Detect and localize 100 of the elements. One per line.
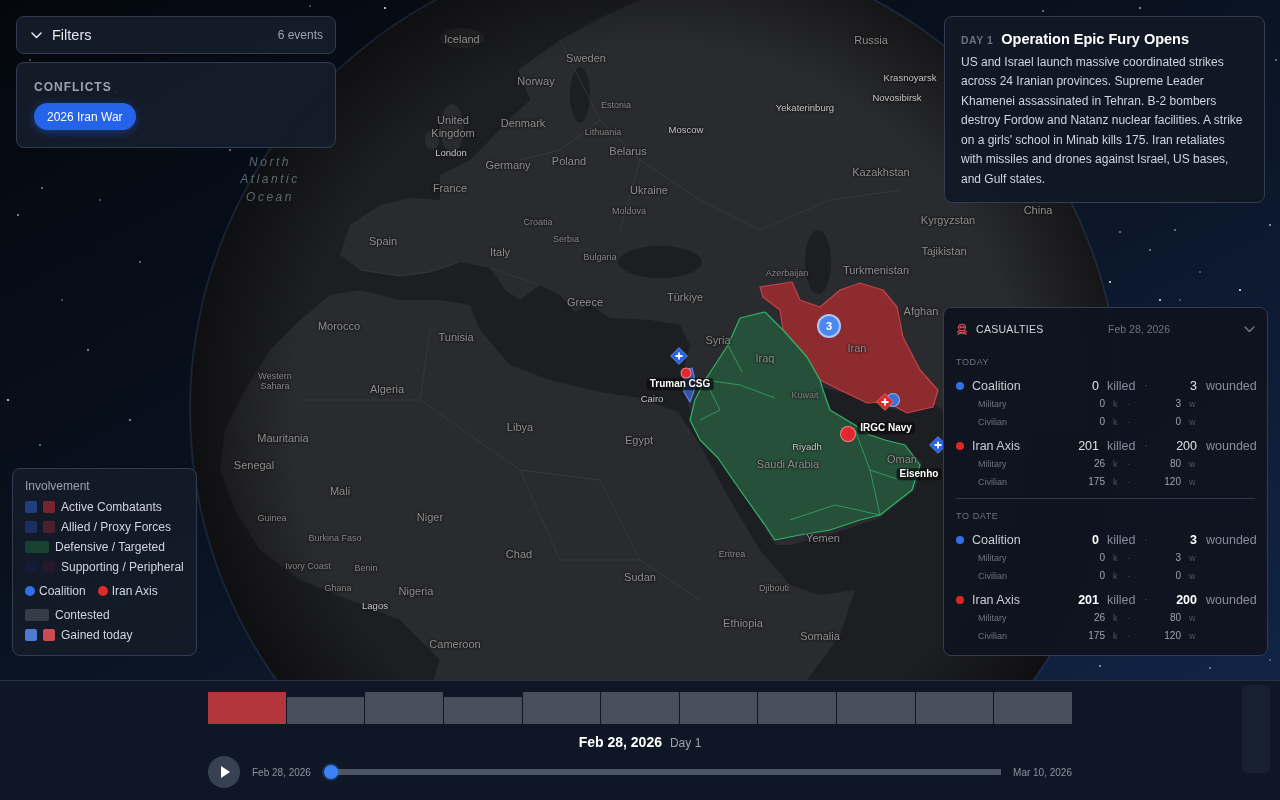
killed-count: 0 xyxy=(1091,378,1099,395)
killed-count: 201 xyxy=(1077,592,1099,609)
separator: · xyxy=(1126,458,1132,471)
day-bar[interactable] xyxy=(522,692,601,724)
ocean-label: North Atlantic Ocean xyxy=(240,153,300,206)
category-name: Civilian xyxy=(978,570,1008,583)
killed-label: k xyxy=(1112,612,1119,625)
country-label: Ivory Coast xyxy=(285,560,331,572)
category-name: Military xyxy=(978,398,1008,411)
country-label: Somalia xyxy=(800,629,840,643)
country-label: Belarus xyxy=(609,144,647,158)
legend-label: Coalition xyxy=(39,583,86,600)
legend-label: Contested xyxy=(55,607,110,624)
country-label: Iran xyxy=(847,341,867,355)
country-label: Saudi Arabia xyxy=(756,457,820,471)
country-label: Iceland xyxy=(444,32,480,46)
country-label: Cameroon xyxy=(429,637,481,651)
wounded-label: wounded xyxy=(1205,378,1255,395)
wounded-label: wounded xyxy=(1205,592,1255,609)
country-label: Chad xyxy=(505,547,533,561)
city-label: Cairo xyxy=(640,393,664,405)
wounded-count: 80 xyxy=(1168,457,1181,471)
country-label: Eritrea xyxy=(718,548,746,560)
legend-label: Allied / Proxy Forces xyxy=(61,519,172,536)
country-label: Ghana xyxy=(324,582,352,594)
unit-label: Eisenho xyxy=(896,468,942,480)
wounded-count: 200 xyxy=(1175,438,1197,455)
killed-label: k xyxy=(1112,416,1119,429)
killed-count: 0 xyxy=(1091,532,1099,549)
country-label: Kazakhstan xyxy=(852,165,910,179)
chevron-down-icon[interactable] xyxy=(1244,325,1255,333)
city-label: Moscow xyxy=(668,124,704,136)
country-label: Senegal xyxy=(233,458,275,472)
separator: · xyxy=(1126,398,1132,411)
wounded-count: 3 xyxy=(1189,378,1197,395)
panel-title: CASUALTIES xyxy=(976,322,1044,336)
killed-count: 0 xyxy=(1098,397,1105,411)
country-label: Denmark xyxy=(500,116,546,130)
conflict-chip[interactable]: 2026 Iran War xyxy=(34,103,136,130)
country-label: Djibouti xyxy=(759,582,789,594)
wounded-count: 3 xyxy=(1174,397,1181,411)
day-bar[interactable] xyxy=(915,692,994,724)
event-dot-icon[interactable] xyxy=(680,367,692,379)
separator: · xyxy=(1126,630,1132,643)
separator: · xyxy=(1126,476,1132,489)
current-date: Feb 28, 2026 xyxy=(578,734,662,751)
country-label: Kyrgyzstan xyxy=(920,213,976,227)
side-name: Coalition xyxy=(972,378,1022,395)
killed-count: 201 xyxy=(1077,438,1099,455)
country-label: Sweden xyxy=(566,51,606,65)
filters-toggle[interactable]: Filters xyxy=(31,27,92,43)
wounded-label: w xyxy=(1188,552,1197,565)
country-label: Azerbaijan xyxy=(765,267,809,279)
city-label: Yekaterinburg xyxy=(775,102,835,114)
wounded-label: w xyxy=(1188,476,1197,489)
section-heading: CONFLICTS xyxy=(34,80,113,94)
legend-label: Iran Axis xyxy=(111,583,158,600)
separator: · xyxy=(1126,416,1132,429)
killed-count: 175 xyxy=(1087,629,1105,643)
country-label: Iraq xyxy=(755,351,775,365)
chevron-down-icon xyxy=(31,31,42,39)
unit-label: Truman CSG xyxy=(646,378,714,390)
country-label: Burkina Faso xyxy=(308,532,362,544)
country-label: Morocco xyxy=(317,319,361,333)
country-label: Turkmenistan xyxy=(842,263,910,277)
country-label: Germany xyxy=(485,158,531,172)
city-label: London xyxy=(435,147,467,159)
killed-label: k xyxy=(1112,570,1119,583)
section-label: TO DATE xyxy=(956,510,1000,522)
country-label: Russia xyxy=(854,33,888,47)
day-bar[interactable] xyxy=(679,692,758,724)
legend-label: Gained today xyxy=(61,627,133,644)
country-label: Benin xyxy=(354,562,378,574)
country-label: Mali xyxy=(329,484,351,498)
city-label: Riyadh xyxy=(792,441,822,453)
wounded-label: w xyxy=(1188,398,1197,411)
wounded-count: 80 xyxy=(1168,611,1181,625)
country-label: Libya xyxy=(506,420,534,434)
wounded-count: 200 xyxy=(1175,592,1197,609)
wounded-label: w xyxy=(1188,458,1197,471)
day-bar[interactable] xyxy=(286,697,365,724)
start-date: Feb 28, 2026 xyxy=(252,765,311,780)
country-label: Niger xyxy=(416,510,444,524)
city-label: Novosibirsk xyxy=(872,92,922,104)
wounded-count: 120 xyxy=(1163,475,1181,489)
country-label: Afghan xyxy=(903,304,939,318)
slider-thumb[interactable] xyxy=(323,765,338,779)
event-title: Operation Epic Fury Opens xyxy=(1001,30,1189,48)
day-label: DAY 1 xyxy=(961,33,994,48)
play-button[interactable] xyxy=(208,756,240,788)
killed-label: k xyxy=(1112,458,1119,471)
separator: · xyxy=(1126,552,1132,565)
section-label: TODAY xyxy=(956,356,991,368)
date-label: Feb 28, 2026 xyxy=(1108,322,1170,336)
wounded-label: wounded xyxy=(1205,532,1255,549)
country-label: Serbia xyxy=(553,233,579,245)
side-name: Iran Axis xyxy=(972,438,1021,455)
event-description: US and Israel launch massive coordinated strikes across 24 Iranian provinces. Supreme Leader Khamenei assassinated in Tehran. B-2 bombers destroy Fordow and Natanz nuclear facilities. A strike on a girls' school in Minab kills 175. Iran retaliates with missiles and drones against Israel, US bases, and Gulf states. xyxy=(961,53,1244,188)
end-date: Mar 10, 2026 xyxy=(1013,765,1072,780)
country-label: Italy xyxy=(489,245,511,259)
